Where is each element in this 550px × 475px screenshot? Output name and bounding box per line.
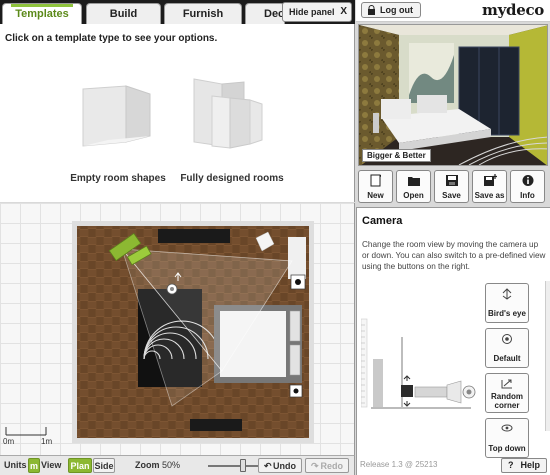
template-panel: Click on a template type to see your opt… xyxy=(0,24,355,202)
new-label: New xyxy=(367,191,384,200)
floppy-disk-icon xyxy=(445,175,458,186)
info-label: Info xyxy=(520,191,535,200)
zoom-slider-handle[interactable] xyxy=(240,459,246,472)
shelf-top[interactable] xyxy=(158,229,230,243)
save-label: Save xyxy=(442,191,461,200)
random-corner-label: Random corner xyxy=(491,392,523,410)
info-button[interactable]: Info xyxy=(510,170,545,203)
birds-eye-icon xyxy=(502,288,512,300)
help-label: Help xyxy=(520,460,540,470)
birds-eye-button[interactable]: Bird's eye xyxy=(485,283,529,323)
wardrobe[interactable] xyxy=(288,237,306,279)
redo-icon: ↷ xyxy=(311,461,319,471)
new-button[interactable]: New xyxy=(358,170,393,203)
hide-panel-label: Hide panel xyxy=(289,7,335,17)
bigger-better-badge[interactable]: Bigger & Better xyxy=(362,149,431,162)
hide-panel-button[interactable]: Hide panel X xyxy=(282,2,352,22)
top-header: Log out mydeco xyxy=(356,0,550,22)
camera-description: Change the room view by moving the camer… xyxy=(362,240,546,271)
empty-room-icon xyxy=(82,85,151,147)
bottom-toolbar: Units m View Plan Side Zoom 50% ↶ Undo ↷… xyxy=(0,455,355,475)
scale-bar xyxy=(5,427,47,436)
zoom-label: Zoom xyxy=(135,460,160,470)
template-designed-room-label: Fully designed rooms xyxy=(180,173,284,184)
scale-start-label: 0m xyxy=(3,437,15,446)
default-view-button[interactable]: Default xyxy=(485,328,529,368)
undo-button[interactable]: ↶ Undo xyxy=(258,458,302,473)
tab-templates[interactable]: Templates xyxy=(2,3,82,25)
camera-title: Camera xyxy=(362,215,403,227)
top-down-button[interactable]: Top down xyxy=(485,418,529,458)
info-icon xyxy=(522,175,533,186)
mydeco-logo: mydeco xyxy=(482,1,544,19)
units-view-suffix: View xyxy=(41,460,62,470)
units-metric-label: m xyxy=(29,461,38,471)
template-hint: Click on a template type to see your opt… xyxy=(5,33,218,44)
zoom-value: 50% xyxy=(162,460,181,470)
tab-templates-label: Templates xyxy=(15,8,69,20)
designed-room-icon xyxy=(193,78,263,149)
zoom-slider-track[interactable] xyxy=(208,465,260,467)
redo-label: Redo xyxy=(320,461,344,471)
units-label: Units xyxy=(4,460,27,470)
undo-label: Undo xyxy=(273,461,296,471)
open-button[interactable]: Open xyxy=(396,170,431,203)
view-side-button[interactable]: Side xyxy=(93,458,115,473)
template-empty-room-label: Empty room shapes xyxy=(70,173,166,184)
tab-decorate[interactable]: Dec xyxy=(245,3,285,24)
floppy-plus-icon xyxy=(483,174,497,186)
folder-icon xyxy=(407,177,420,186)
view-plan-button[interactable]: Plan xyxy=(68,458,92,473)
tab-furnish-label: Furnish xyxy=(182,8,224,20)
room-floor-plan[interactable] xyxy=(72,221,314,443)
top-down-label: Top down xyxy=(488,444,526,453)
template-fully-designed-rooms[interactable]: Fully designed rooms xyxy=(172,74,292,184)
tab-build-label: Build xyxy=(109,8,138,20)
lock-icon xyxy=(368,5,375,15)
save-as-label: Save as xyxy=(474,191,505,200)
logout-label: Log out xyxy=(380,5,413,15)
undo-icon: ↶ xyxy=(264,461,272,471)
default-view-label: Default xyxy=(493,354,521,363)
help-icon: ? xyxy=(508,460,514,470)
close-icon: X xyxy=(340,6,347,17)
redo-button[interactable]: ↷ Redo xyxy=(305,458,349,473)
eye-icon xyxy=(502,334,512,344)
template-empty-room-shapes[interactable]: Empty room shapes xyxy=(58,74,178,184)
random-corner-icon xyxy=(501,379,512,389)
tab-build[interactable]: Build xyxy=(86,3,161,24)
save-button[interactable]: Save xyxy=(434,170,469,203)
release-info: Release 1.3 @ 25213 xyxy=(360,460,438,469)
save-as-button[interactable]: Save as xyxy=(472,170,507,203)
camera-height-control[interactable] xyxy=(361,281,481,436)
camera-dolly-icon[interactable] xyxy=(401,375,476,407)
help-button[interactable]: ? Help xyxy=(501,458,547,473)
units-metric-button[interactable]: m xyxy=(28,458,40,473)
floor-plan-canvas[interactable]: 0m 1m xyxy=(0,203,355,455)
camera-panel: Camera Change the room view by moving th… xyxy=(356,207,550,475)
top-down-icon xyxy=(501,424,513,432)
open-label: Open xyxy=(403,191,424,200)
random-corner-button[interactable]: Random corner xyxy=(485,373,529,413)
view-plan-label: Plan xyxy=(70,461,90,471)
view-side-label: Side xyxy=(94,461,114,471)
scale-end-label: 1m xyxy=(41,437,53,446)
file-buttons-row: New Open Save Save as Info xyxy=(358,170,548,204)
shelf-bottom[interactable] xyxy=(190,419,242,431)
logout-button[interactable]: Log out xyxy=(361,2,421,18)
camera-scrollbar[interactable] xyxy=(545,281,550,431)
tab-bar: Templates Build Furnish Dec Hide panel X xyxy=(0,0,355,25)
new-file-icon xyxy=(370,174,381,187)
tab-furnish[interactable]: Furnish xyxy=(164,3,242,24)
birds-eye-label: Bird's eye xyxy=(488,309,526,318)
room-3d-preview[interactable]: Bigger & Better xyxy=(358,24,548,166)
bedroom-render xyxy=(359,25,547,165)
